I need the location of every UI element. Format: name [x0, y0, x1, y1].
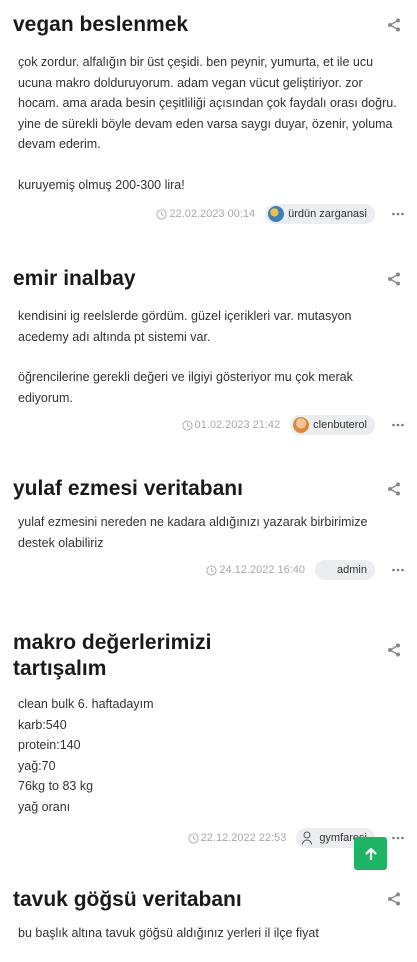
more-dots-icon[interactable] — [391, 831, 405, 845]
post-time: 01.02.2023 21:42 — [181, 419, 281, 431]
post-time: 24.12.2022 16:40 — [206, 564, 305, 576]
share-icon[interactable] — [386, 271, 402, 287]
post-body: çok zordur. alfalığın bir üst çeşidi. be… — [18, 52, 405, 195]
clock-icon — [181, 419, 193, 431]
arrow-up-icon — [364, 847, 377, 860]
post-title[interactable]: emir inalbay — [13, 266, 405, 292]
post-title[interactable]: yulaf ezmesi veritabanı — [13, 476, 405, 502]
post-title[interactable]: vegan beslenmek — [13, 12, 405, 38]
author-name: clenbuterol — [313, 419, 367, 431]
post-paragraph: kuruyemiş olmuş 200-300 lira! — [18, 177, 185, 192]
post-date: 22.12.2022 22:53 — [200, 832, 287, 844]
post-paragraph: clean bulk 6. haftadayım karb:540 protei… — [18, 697, 154, 814]
avatar — [293, 417, 310, 433]
share-icon[interactable] — [386, 17, 402, 33]
post-body: clean bulk 6. haftadayım karb:540 protei… — [18, 694, 405, 817]
post: yulaf ezmesi veritabanı yulaf ezmesini n… — [13, 466, 405, 616]
post: emir inalbay kendisini ig reelslerde gör… — [13, 254, 405, 466]
author-pill[interactable]: admin — [315, 560, 375, 580]
post-meta: 22.12.2022 22:53 gymfaresi — [13, 827, 405, 849]
author-name: admin — [337, 564, 367, 576]
author-pill[interactable]: ürdün zarganasi — [265, 204, 375, 224]
post-time: 22.02.2023 00:14 — [156, 208, 255, 220]
clock-icon — [156, 208, 168, 220]
post-paragraph: bu başlık altına tavuk göğsü aldığınız y… — [18, 926, 319, 940]
share-icon[interactable] — [386, 891, 402, 907]
post-paragraph: çok zordur. alfalığın bir üst çeşidi. be… — [18, 55, 397, 151]
share-icon[interactable] — [386, 481, 402, 497]
post-meta: 22.02.2023 00:14 ürdün zarganasi — [13, 203, 405, 225]
post-date: 22.02.2023 00:14 — [169, 208, 256, 220]
more-dots-icon[interactable] — [391, 418, 405, 432]
avatar — [301, 831, 313, 846]
clock-icon — [188, 832, 199, 844]
post: vegan beslenmek çok zordur. alfalığın bi… — [13, 0, 405, 254]
post-paragraph: yulaf ezmesini nereden ne kadara aldığın… — [18, 515, 368, 550]
post-body: yulaf ezmesini nereden ne kadara aldığın… — [18, 512, 405, 553]
avatar — [268, 206, 285, 222]
post-paragraph: öğrencilerine gerekli değeri ve ilgiyi g… — [18, 370, 353, 405]
clock-icon — [206, 564, 217, 576]
post: makro değerlerimizi tartışalım clean bul… — [13, 616, 405, 873]
post-time: 22.12.2022 22:53 — [188, 832, 287, 844]
post-date: 24.12.2022 16:40 — [219, 564, 306, 576]
post-title[interactable]: makro değerlerimizi tartışalım — [13, 630, 405, 682]
post-meta: 24.12.2022 16:40 admin — [13, 559, 405, 581]
post-title[interactable]: tavuk göğsü veritabanı — [13, 887, 405, 913]
post-body: bu başlık altına tavuk göğsü aldığınız y… — [18, 923, 405, 944]
post-date: 01.02.2023 21:42 — [194, 419, 281, 431]
post-paragraph: kendisini ig reelslerde gördüm. güzel iç… — [18, 309, 352, 344]
more-dots-icon[interactable] — [391, 207, 405, 221]
post: tavuk göğsü veritabanı bu başlık altına … — [13, 873, 405, 962]
post-feed: vegan beslenmek çok zordur. alfalığın bi… — [0, 0, 417, 962]
scroll-top-button[interactable] — [354, 837, 387, 870]
more-dots-icon[interactable] — [391, 563, 405, 577]
post-meta: 01.02.2023 21:42 clenbuterol — [13, 414, 405, 436]
share-icon[interactable] — [386, 642, 402, 658]
author-name: ürdün zarganasi — [288, 208, 367, 220]
post-body: kendisini ig reelslerde gördüm. güzel iç… — [18, 306, 405, 408]
author-pill[interactable]: clenbuterol — [290, 415, 375, 435]
